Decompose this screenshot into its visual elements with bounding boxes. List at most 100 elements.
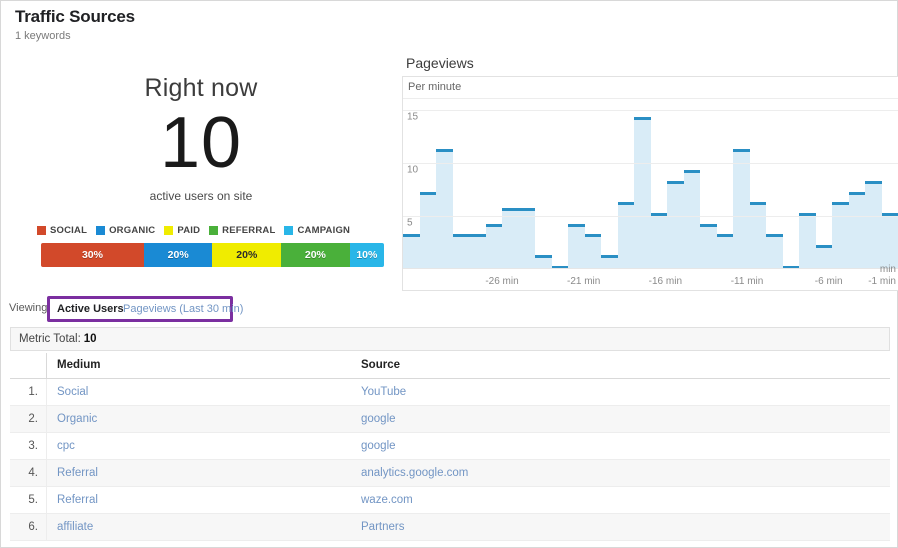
chart-bar-cap bbox=[584, 234, 601, 238]
active-users-count: 10 bbox=[159, 103, 243, 183]
column-header-medium[interactable]: Medium bbox=[46, 353, 357, 379]
row-medium[interactable]: cpc bbox=[46, 432, 357, 460]
tab-active-users[interactable]: Active Users bbox=[57, 303, 124, 315]
legend-swatch-icon bbox=[37, 226, 46, 235]
chart-bar-cap bbox=[749, 202, 766, 206]
row-medium[interactable]: Organic bbox=[46, 405, 357, 433]
chart-bar bbox=[419, 99, 436, 269]
chart-bar-cap bbox=[485, 223, 502, 227]
chart-bar-fill bbox=[766, 237, 783, 269]
legend-item-social: SOCIAL bbox=[37, 225, 87, 236]
row-source[interactable]: waze.com bbox=[357, 486, 890, 514]
legend-item-organic: ORGANIC bbox=[96, 225, 155, 236]
realtime-dashboard-page: Traffic Sources 1 keywords Right now 10 … bbox=[0, 0, 898, 548]
row-index: 3. bbox=[10, 432, 47, 460]
chart-bar-cap bbox=[419, 191, 436, 195]
chart-bar-fill bbox=[799, 215, 816, 269]
chart-bar-cap bbox=[617, 202, 634, 206]
chart-x-tick-label: -26 min bbox=[485, 276, 519, 287]
chart-bar bbox=[815, 99, 832, 269]
chart-bar-fill bbox=[650, 215, 667, 269]
chart-bar bbox=[848, 99, 865, 269]
chart-bar bbox=[799, 99, 816, 269]
percent-segment-social[interactable]: 30% bbox=[41, 243, 144, 267]
legend-swatch-icon bbox=[164, 226, 174, 235]
active-users-caption: active users on site bbox=[149, 189, 253, 203]
chart-title: Pageviews bbox=[406, 55, 474, 71]
legend-label: PAID bbox=[177, 225, 201, 236]
chart-bar-fill bbox=[452, 237, 469, 269]
chart-bar-fill bbox=[865, 184, 882, 269]
chart-bar-cap bbox=[452, 234, 469, 238]
pageviews-chart-panel: Pageviews Per minute -26 min -21 min -16 m… bbox=[402, 53, 898, 295]
row-source[interactable]: google bbox=[357, 405, 890, 433]
chart-x-tick-label: -6 min bbox=[814, 276, 843, 287]
percent-segment-referral[interactable]: 20% bbox=[281, 243, 350, 267]
legend-item-campaign: CAMPAIGN bbox=[284, 225, 350, 236]
legend-item-paid: PAID bbox=[164, 225, 200, 236]
chart-bar-cap bbox=[568, 223, 585, 227]
row-index: 1. bbox=[10, 378, 47, 406]
row-medium[interactable]: Referral bbox=[46, 486, 357, 514]
chart-bar-cap bbox=[403, 234, 420, 238]
chart-bar-fill bbox=[749, 205, 766, 269]
row-medium[interactable]: Referral bbox=[46, 459, 357, 487]
chart-x-edge-label: min bbox=[879, 264, 896, 275]
chart-y-tick-label: 10 bbox=[407, 164, 419, 176]
chart-bar-cap bbox=[502, 207, 519, 211]
tab-pageviews-last-30-min[interactable]: Pageviews (Last 30 min) bbox=[123, 303, 243, 315]
chart-bar bbox=[518, 99, 535, 269]
table-row: 3. cpc google bbox=[10, 432, 890, 460]
realtime-panel: Right now 10 active users on site SOCIAL… bbox=[11, 57, 391, 297]
table-header-row: Medium Source bbox=[10, 353, 890, 379]
chart-bar bbox=[700, 99, 717, 269]
chart-bar-cap bbox=[733, 149, 750, 153]
row-source[interactable]: google bbox=[357, 432, 890, 460]
row-source[interactable]: YouTube bbox=[357, 378, 890, 406]
chart-bar-cap bbox=[865, 181, 882, 184]
chart-bar-cap bbox=[601, 255, 618, 259]
table-row: 1. Social YouTube bbox=[10, 378, 890, 406]
row-source[interactable]: Partners bbox=[357, 513, 890, 541]
chart-bar bbox=[766, 99, 783, 269]
chart-bar-fill bbox=[733, 152, 750, 269]
percent-segment-organic[interactable]: 20% bbox=[143, 243, 213, 267]
chart-bar-cap bbox=[518, 207, 535, 211]
percent-segment-campaign[interactable]: 10% bbox=[349, 243, 384, 267]
chart-y-tick-label: 15 bbox=[407, 111, 419, 123]
legend-label: ORGANIC bbox=[109, 225, 156, 236]
chart-bar bbox=[485, 99, 502, 269]
metric-total-value: 10 bbox=[83, 333, 97, 345]
percent-segment-paid[interactable]: 20% bbox=[212, 243, 282, 267]
chart-gridline bbox=[403, 162, 898, 164]
chart-bar-fill bbox=[716, 237, 733, 269]
chart-bar bbox=[568, 99, 585, 269]
chart-x-tick-label: -11 min bbox=[730, 276, 764, 287]
chart-x-tick-label: -16 min bbox=[648, 276, 683, 287]
chart-bar bbox=[634, 99, 651, 269]
chart-bar bbox=[749, 99, 766, 269]
row-medium[interactable]: Social bbox=[46, 378, 357, 406]
chart-bar bbox=[832, 99, 849, 269]
chart-bar bbox=[617, 99, 634, 269]
row-source[interactable]: analytics.google.com bbox=[357, 459, 890, 487]
chart-bar-fill bbox=[634, 120, 651, 269]
chart-bar-cap bbox=[535, 255, 552, 259]
metric-total-label: Metric Total: bbox=[19, 333, 81, 345]
chart-bar-fill bbox=[518, 210, 535, 269]
chart-bar-fill bbox=[700, 226, 717, 269]
chart-bar bbox=[650, 99, 667, 269]
page-subtitle: 1 keywords bbox=[15, 30, 71, 42]
traffic-source-legend: SOCIAL ORGANIC PAID REFERRAL CAMPAIGN bbox=[37, 225, 377, 236]
legend-swatch-icon bbox=[284, 226, 294, 235]
traffic-sources-table: Medium Source 1. Social YouTube 2. Organic go… bbox=[10, 353, 890, 541]
legend-swatch-icon bbox=[96, 226, 106, 235]
column-header-source[interactable]: Source bbox=[357, 353, 890, 379]
chart-bar bbox=[502, 99, 519, 269]
legend-swatch-icon bbox=[209, 226, 219, 235]
row-index: 4. bbox=[10, 459, 47, 487]
table-row: 2. Organic google bbox=[10, 405, 890, 433]
row-medium[interactable]: affiliate bbox=[46, 513, 357, 541]
chart-bar-cap bbox=[832, 202, 849, 206]
table-row: 5. Referral waze.com bbox=[10, 486, 890, 514]
